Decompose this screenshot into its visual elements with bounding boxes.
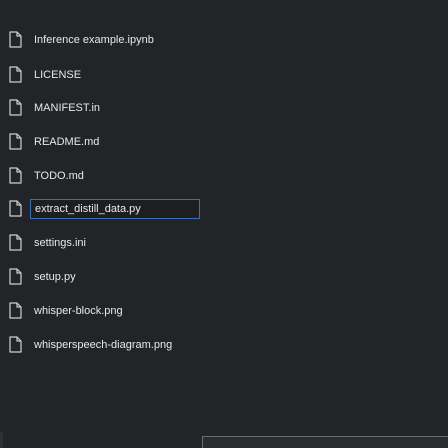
file-item-settings[interactable]: settings.ini — [0, 231, 448, 255]
file-item-whisperspeech-diagram[interactable]: whisperspeech-diagram.png — [0, 333, 448, 357]
file-name: setup.py — [34, 271, 76, 283]
file-icon — [9, 133, 22, 150]
file-name: settings.ini — [34, 237, 86, 249]
file-icon — [9, 99, 22, 116]
file-icon — [9, 302, 22, 319]
file-name: whisper-block.png — [34, 305, 123, 317]
panel-edge — [0, 432, 3, 448]
file-name: MANIFEST.in — [34, 102, 101, 114]
file-explorer: Inference example.ipynb LICENSE MANIFEST… — [0, 0, 448, 395]
file-item-setup[interactable]: setup.py — [0, 265, 448, 289]
rename-input[interactable]: extract_distill_data.py — [30, 199, 200, 219]
file-icon — [9, 66, 22, 83]
file-name: README.md — [34, 136, 100, 148]
file-icon — [9, 336, 22, 353]
panel-frame — [202, 436, 448, 448]
file-item-whisper-block[interactable]: whisper-block.png — [0, 299, 448, 323]
file-name: LICENSE — [34, 69, 82, 81]
file-icon — [9, 167, 22, 184]
file-item-inference-example[interactable]: Inference example.ipynb — [0, 28, 448, 52]
file-name: whisperspeech-diagram.png — [34, 339, 173, 351]
file-icon — [9, 31, 22, 48]
file-item-license[interactable]: LICENSE — [0, 63, 448, 87]
file-item-extract-distill-data[interactable]: extract_distill_data.py — [0, 197, 448, 221]
file-name: Inference example.ipynb — [34, 34, 154, 46]
file-name: TODO.md — [34, 170, 84, 182]
file-icon — [9, 234, 22, 251]
file-item-manifest[interactable]: MANIFEST.in — [0, 96, 448, 120]
file-icon — [9, 268, 22, 285]
file-item-readme[interactable]: README.md — [0, 130, 448, 154]
file-item-todo[interactable]: TODO.md — [0, 164, 448, 188]
file-icon — [9, 200, 22, 217]
